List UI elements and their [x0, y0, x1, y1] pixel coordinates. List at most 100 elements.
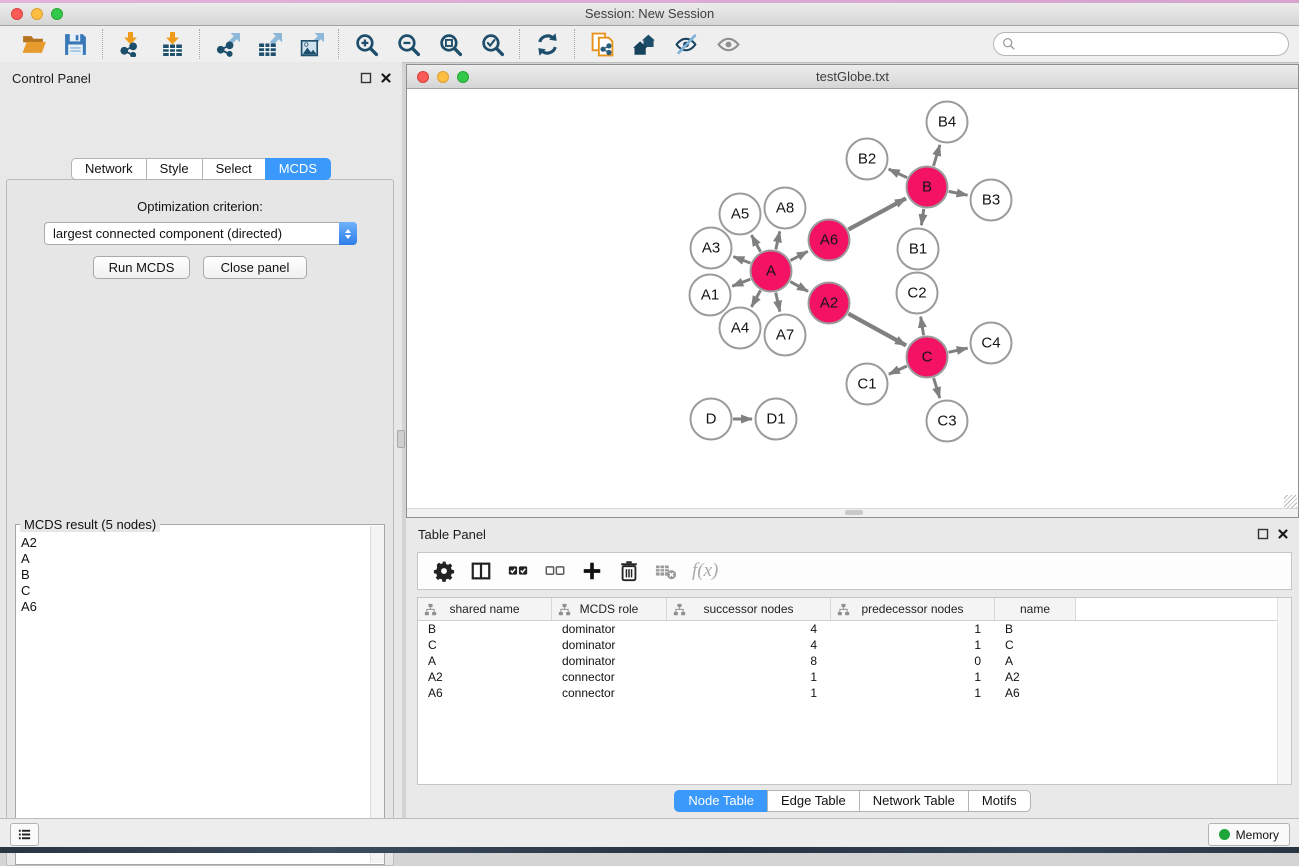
- edge-A-A2[interactable]: [790, 282, 808, 292]
- tab-network-table[interactable]: Network Table: [859, 790, 969, 812]
- node-D[interactable]: D: [691, 399, 732, 440]
- mcds-result-item[interactable]: C: [21, 583, 370, 599]
- open-folder-button[interactable]: [12, 29, 54, 59]
- edge-A-A6[interactable]: [790, 251, 807, 260]
- node-C3[interactable]: C3: [927, 401, 968, 442]
- network-graph[interactable]: B4B2BB3A8A5A6A3B1AC2A1A2A4A7C4CC1C3DD1: [407, 89, 1298, 511]
- tab-edge-table[interactable]: Edge Table: [767, 790, 860, 812]
- table-cell[interactable]: 4: [667, 622, 831, 636]
- tab-style[interactable]: Style: [146, 158, 203, 180]
- table-cell[interactable]: dominator: [552, 638, 667, 652]
- node-B3[interactable]: B3: [971, 180, 1012, 221]
- deselect-all-button[interactable]: [544, 560, 566, 582]
- select-all-button[interactable]: [507, 560, 529, 582]
- table-cell[interactable]: A2: [418, 670, 552, 684]
- close-window-button[interactable]: [11, 8, 23, 20]
- edge-A-A1[interactable]: [732, 279, 750, 286]
- home-button[interactable]: [623, 29, 665, 59]
- table-cell[interactable]: 1: [831, 670, 995, 684]
- export-image-button[interactable]: [290, 29, 332, 59]
- node-A6[interactable]: A6: [809, 220, 850, 261]
- memory-button[interactable]: Memory: [1208, 823, 1290, 846]
- mcds-result-scrollbar[interactable]: [370, 526, 384, 863]
- table-cell[interactable]: dominator: [552, 622, 667, 636]
- mcds-result-item[interactable]: B: [21, 567, 370, 583]
- edge-C-C2[interactable]: [921, 317, 924, 336]
- table-row[interactable]: Bdominator41B: [418, 621, 1291, 637]
- node-B2[interactable]: B2: [847, 139, 888, 180]
- node-C[interactable]: C: [907, 337, 948, 378]
- table-cell[interactable]: A: [995, 654, 1076, 668]
- table-row[interactable]: A2connector11A2: [418, 669, 1291, 685]
- node-A[interactable]: A: [751, 251, 792, 292]
- import-network-button[interactable]: [109, 29, 151, 59]
- table-cell[interactable]: A2: [995, 670, 1076, 684]
- table-row[interactable]: A6connector11A6: [418, 685, 1291, 701]
- table-cell[interactable]: connector: [552, 670, 667, 684]
- delete-button[interactable]: [618, 560, 640, 582]
- eye-button[interactable]: [707, 29, 749, 59]
- table-cell[interactable]: 1: [667, 686, 831, 700]
- tab-node-table[interactable]: Node Table: [674, 790, 768, 812]
- node-A3[interactable]: A3: [691, 228, 732, 269]
- mcds-result-item[interactable]: A2: [21, 535, 370, 551]
- mcds-result-list[interactable]: A2ABCA6: [16, 533, 370, 864]
- table-cell[interactable]: 1: [667, 670, 831, 684]
- scrollbar-thumb[interactable]: [845, 510, 863, 515]
- tab-select[interactable]: Select: [202, 158, 266, 180]
- table-scrollbar[interactable]: [1277, 598, 1291, 784]
- table-cell[interactable]: dominator: [552, 654, 667, 668]
- node-C4[interactable]: C4: [971, 323, 1012, 364]
- column-header-mcds-role[interactable]: MCDS role: [552, 598, 667, 620]
- delete-table-button[interactable]: [655, 560, 677, 582]
- node-A1[interactable]: A1: [690, 275, 731, 316]
- window-resize-grip[interactable]: [1284, 495, 1297, 508]
- close-panel-icon[interactable]: [1277, 528, 1289, 540]
- table-row[interactable]: Cdominator41C: [418, 637, 1291, 653]
- column-header-successor-nodes[interactable]: successor nodes: [667, 598, 831, 620]
- close-network-window-button[interactable]: [417, 71, 429, 83]
- zoom-fit-button[interactable]: [429, 29, 471, 59]
- table-cell[interactable]: 1: [831, 638, 995, 652]
- zoom-out-button[interactable]: [387, 29, 429, 59]
- minimize-window-button[interactable]: [31, 8, 43, 20]
- table-cell[interactable]: 4: [667, 638, 831, 652]
- float-panel-icon[interactable]: [360, 72, 372, 84]
- column-header-shared-name[interactable]: shared name: [418, 598, 552, 620]
- network-horizontal-scrollbar[interactable]: [407, 508, 1298, 517]
- edge-A2-C[interactable]: [848, 314, 906, 346]
- zoom-in-button[interactable]: [345, 29, 387, 59]
- table-cell[interactable]: 1: [831, 622, 995, 636]
- edge-B-B4[interactable]: [934, 145, 940, 166]
- table-cell[interactable]: 1: [831, 686, 995, 700]
- table-row[interactable]: Adominator80A: [418, 653, 1291, 669]
- edge-B-B1[interactable]: [921, 209, 923, 225]
- node-A5[interactable]: A5: [720, 194, 761, 235]
- table-cell[interactable]: 0: [831, 654, 995, 668]
- table-cell[interactable]: connector: [552, 686, 667, 700]
- zoom-network-window-button[interactable]: [457, 71, 469, 83]
- add-button[interactable]: [581, 560, 603, 582]
- task-history-button[interactable]: [10, 823, 39, 846]
- mcds-result-item[interactable]: A: [21, 551, 370, 567]
- edge-B-B3[interactable]: [949, 191, 968, 195]
- edge-C-C3[interactable]: [934, 378, 940, 398]
- zoom-window-button[interactable]: [51, 8, 63, 20]
- close-panel-icon[interactable]: [380, 72, 392, 84]
- refresh-button[interactable]: [526, 29, 568, 59]
- tab-mcds[interactable]: MCDS: [265, 158, 331, 180]
- node-C1[interactable]: C1: [847, 364, 888, 405]
- table-cell[interactable]: C: [418, 638, 552, 652]
- edge-A-A7[interactable]: [776, 293, 780, 312]
- edge-A6-B[interactable]: [848, 198, 906, 229]
- node-A8[interactable]: A8: [765, 188, 806, 229]
- clone-network-button[interactable]: [581, 29, 623, 59]
- edge-B-B2[interactable]: [889, 169, 907, 178]
- node-A4[interactable]: A4: [720, 308, 761, 349]
- table-cell[interactable]: C: [995, 638, 1076, 652]
- edge-A-A4[interactable]: [752, 290, 761, 307]
- save-button[interactable]: [54, 29, 96, 59]
- node-B4[interactable]: B4: [927, 102, 968, 143]
- node-C2[interactable]: C2: [897, 273, 938, 314]
- table-cell[interactable]: 8: [667, 654, 831, 668]
